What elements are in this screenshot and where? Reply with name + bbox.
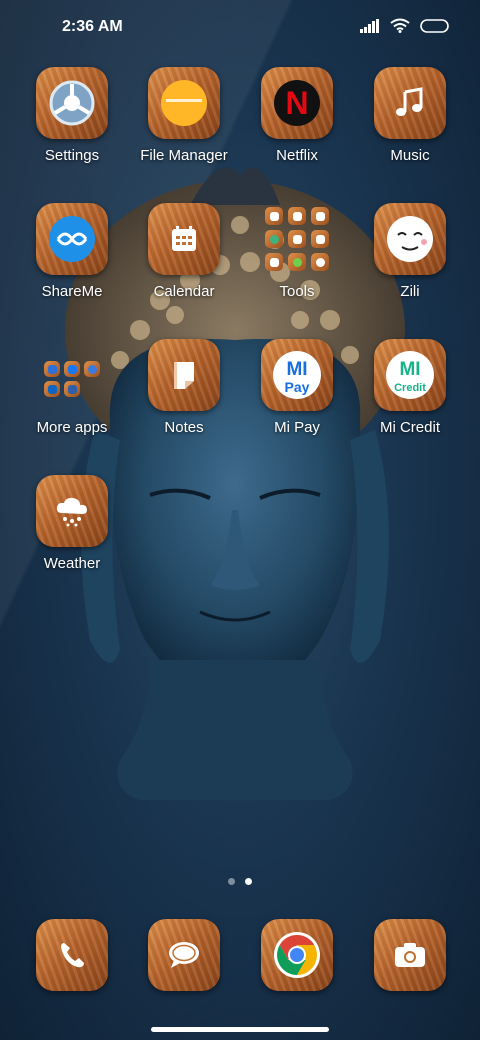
app-folder-more-apps[interactable]: More apps — [16, 339, 128, 459]
camera-icon — [374, 919, 446, 991]
signal-icon — [360, 18, 379, 33]
app-file-manager[interactable]: File Manager — [128, 67, 240, 187]
battery-icon — [420, 18, 449, 33]
mi-credit-logo-top: MI — [399, 359, 420, 380]
app-calendar[interactable]: Calendar — [128, 203, 240, 323]
mi-credit-logo-bottom: Credit — [394, 382, 426, 394]
mini-app-icon — [64, 381, 80, 397]
settings-icon — [36, 67, 108, 139]
mini-app-icon — [288, 230, 306, 248]
home-indicator[interactable] — [151, 1027, 329, 1032]
app-weather[interactable]: Weather — [16, 475, 128, 595]
wifi-icon — [390, 18, 410, 33]
messages-icon — [148, 919, 220, 991]
app-zili[interactable]: Zili — [354, 203, 466, 323]
dock-phone[interactable] — [16, 919, 128, 1039]
mini-app-icon — [311, 253, 329, 271]
mi-pay-icon: MI Pay — [261, 339, 333, 411]
mini-app-icon — [84, 361, 100, 377]
calendar-icon — [148, 203, 220, 275]
mi-pay-logo-bottom: Pay — [285, 379, 310, 395]
mini-app-icon — [311, 207, 329, 225]
netflix-logo-text: N — [285, 85, 308, 121]
mini-app-icon — [265, 207, 283, 225]
page-dot-active[interactable] — [245, 878, 252, 885]
app-label: Music — [390, 147, 430, 164]
folder-preview — [261, 207, 333, 271]
zili-icon — [374, 203, 446, 275]
app-music[interactable]: Music — [354, 67, 466, 187]
mini-app-icon — [44, 381, 60, 397]
app-mi-credit[interactable]: MI Credit Mi Credit — [354, 339, 466, 459]
page-indicator — [0, 878, 480, 885]
dock-camera[interactable] — [354, 919, 466, 1039]
app-netflix[interactable]: N Netflix — [241, 67, 353, 187]
app-folder-tools[interactable]: Tools — [241, 203, 353, 323]
dock-chrome[interactable] — [241, 919, 353, 1039]
app-notes[interactable]: Notes — [128, 339, 240, 459]
shareme-icon — [36, 203, 108, 275]
notes-icon — [148, 339, 220, 411]
mini-app-icon — [311, 230, 329, 248]
netflix-icon: N — [261, 67, 333, 139]
status-icons — [360, 18, 450, 33]
mini-app-icon — [265, 230, 283, 248]
app-settings[interactable]: Settings — [16, 67, 128, 187]
weather-cloud-icon — [36, 475, 108, 547]
status-bar: 2:36 AM — [0, 0, 480, 56]
app-mi-pay[interactable]: MI Pay Mi Pay — [241, 339, 353, 459]
mini-app-icon — [44, 361, 60, 377]
app-shareme[interactable]: ShareMe — [16, 203, 128, 323]
mi-pay-logo-top: MI — [286, 359, 307, 380]
mini-app-icon — [64, 361, 80, 377]
dock-messages[interactable] — [128, 919, 240, 1039]
app-label: Mi Credit — [379, 419, 440, 436]
mini-app-icon — [288, 253, 306, 271]
mini-app-icon — [288, 207, 306, 225]
status-time: 2:36 AM — [62, 18, 123, 35]
chrome-icon — [261, 919, 333, 991]
file-manager-icon — [148, 67, 220, 139]
mini-app-icon — [265, 253, 283, 271]
app-label: Zili — [400, 283, 420, 300]
app-label: Weather — [43, 555, 101, 572]
mi-credit-icon: MI Credit — [374, 339, 446, 411]
page-dot[interactable] — [228, 878, 235, 885]
music-note-icon — [374, 67, 446, 139]
phone-icon — [36, 919, 108, 991]
folder-preview — [36, 347, 108, 411]
